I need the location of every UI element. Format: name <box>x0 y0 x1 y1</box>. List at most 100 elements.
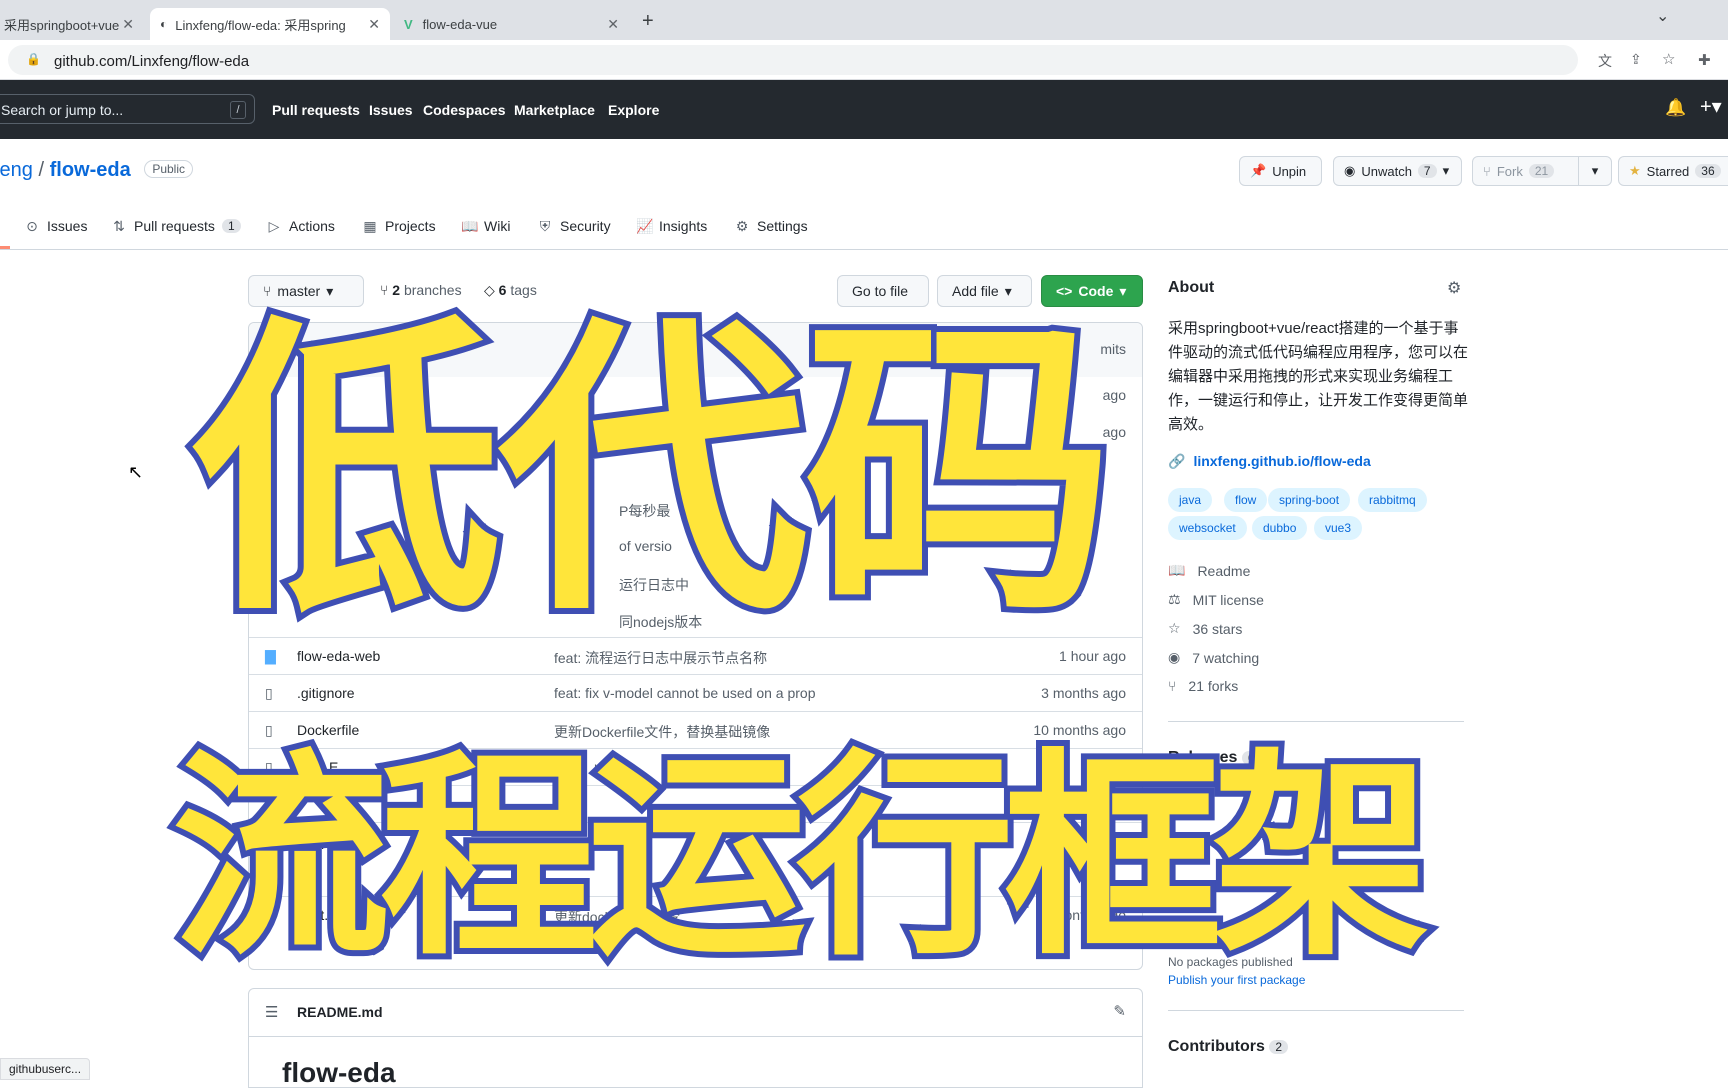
tab-wiki[interactable]: 📖 Wiki <box>461 218 510 234</box>
repo-tabs: ⊙ Issues ⇅ Pull requests 1 ▷ Actions ▦ Projec… <box>0 210 1728 250</box>
tab-security[interactable]: ⛨ Security <box>537 218 611 234</box>
readme-label[interactable]: README.md <box>297 1004 383 1020</box>
starred-button[interactable]: ★ Starred 36 <box>1618 156 1728 186</box>
commit-message[interactable]: feat: fix v-model cannot be used on a pr… <box>554 685 816 701</box>
divider <box>1168 721 1464 722</box>
overlay-title-line1: 低代码 <box>186 292 1120 653</box>
unwatch-label: Unwatch <box>1361 163 1412 179</box>
close-icon[interactable]: ✕ <box>368 16 380 33</box>
topic-tag[interactable]: dubbo <box>1252 516 1308 540</box>
repo-title: feng / flow-eda Public <box>0 159 193 182</box>
translate-icon[interactable]: 文 <box>1598 51 1612 71</box>
extensions-icon[interactable]: ✚ <box>1698 51 1711 69</box>
repo-name-link[interactable]: flow-eda <box>50 159 131 181</box>
list-icon[interactable]: ☰ <box>265 1003 278 1021</box>
pencil-icon[interactable]: ✎ <box>1113 1002 1126 1020</box>
tab-pull-requests[interactable]: ⇅ Pull requests 1 <box>111 218 241 234</box>
active-tab-underline <box>0 246 10 249</box>
tab-projects[interactable]: ▦ Projects <box>362 218 435 234</box>
caret-down-icon: ▾ <box>1119 282 1127 299</box>
url-field[interactable]: 🔒 github.com/Linxfeng/flow-eda 文 ⇪ ☆ <box>8 45 1675 75</box>
vue-icon: V <box>404 16 413 32</box>
readme-link[interactable]: 📖 Readme <box>1168 562 1250 579</box>
table-row[interactable]: ▯ .gitignore feat: fix v-model cannot be… <box>249 674 1142 711</box>
meta-label: 7 watching <box>1192 649 1260 666</box>
nav-marketplace[interactable]: Marketplace <box>514 102 595 118</box>
meta-label: MIT license <box>1192 591 1264 608</box>
tab-actions[interactable]: ▷ Actions <box>266 218 335 234</box>
gear-icon[interactable]: ⚙ <box>1447 278 1461 298</box>
tab-title: flow-eda-vue <box>422 16 498 32</box>
fork-button[interactable]: ⑂ Fork 21 <box>1472 156 1594 186</box>
slash-key-hint: / <box>230 101 246 119</box>
forks-link[interactable]: ⑂ 21 forks <box>1168 678 1238 694</box>
tab-label: Wiki <box>484 218 511 234</box>
tab-label: Actions <box>289 218 335 234</box>
unpin-label: Unpin <box>1272 163 1307 179</box>
pulls-count: 1 <box>221 219 241 233</box>
issue-icon: ⊙ <box>26 218 38 234</box>
about-title: About <box>1168 279 1215 296</box>
browser-tab[interactable]: 采用springboot+vue ✕ <box>0 8 144 40</box>
law-icon: ⚖ <box>1168 591 1181 607</box>
fork-dropdown-button[interactable]: ▾ <box>1578 156 1612 186</box>
tab-issues[interactable]: ⊙ Issues <box>24 218 87 234</box>
overlay-title-line2: 流程运行框架 <box>166 732 1436 985</box>
link-icon: 🔗 <box>1168 453 1186 469</box>
repo-owner-link[interactable]: feng <box>0 159 33 181</box>
topic-tag[interactable]: java <box>1168 488 1213 512</box>
star-icon: ☆ <box>1168 620 1181 636</box>
fork-icon: ⑂ <box>1168 678 1177 694</box>
bell-icon[interactable]: 🔔 <box>1665 98 1686 118</box>
contributors-title: Contributors <box>1168 1038 1265 1055</box>
tab-insights[interactable]: 📈 Insights <box>636 218 707 234</box>
plus-icon[interactable]: +▾ <box>1700 94 1722 119</box>
topic-tag[interactable]: websocket <box>1168 516 1247 540</box>
nav-issues[interactable]: Issues <box>369 102 413 118</box>
unpin-button[interactable]: 📌 Unpin <box>1239 156 1322 186</box>
github-header: Search or jump to... / Pull requests Iss… <box>0 80 1728 139</box>
bookmark-star-icon[interactable]: ☆ <box>1662 50 1675 68</box>
nav-pull-requests[interactable]: Pull requests <box>272 102 360 118</box>
contributors-count: 2 <box>1269 1040 1289 1054</box>
book-icon: 📖 <box>1168 562 1186 578</box>
contributors-heading[interactable]: Contributors 2 <box>1168 1038 1289 1056</box>
nav-codespaces[interactable]: Codespaces <box>423 102 505 118</box>
search-input[interactable]: Search or jump to... / <box>0 94 255 124</box>
shield-icon: ⛨ <box>539 218 551 234</box>
new-tab-icon[interactable]: + <box>642 10 654 33</box>
fork-count: 21 <box>1528 164 1555 178</box>
topic-tag[interactable]: vue3 <box>1314 516 1363 540</box>
caret-down-icon: ▾ <box>1591 163 1599 178</box>
watchers-link[interactable]: ◉ 7 watching <box>1168 649 1259 666</box>
homepage-link[interactable]: 🔗 linxfeng.github.io/flow-eda <box>1168 453 1371 470</box>
stars-link[interactable]: ☆ 36 stars <box>1168 620 1242 637</box>
topic-tag[interactable]: flow <box>1224 488 1268 512</box>
eye-icon: ◉ <box>1344 163 1356 178</box>
star-count: 36 <box>1695 164 1721 178</box>
unwatch-button[interactable]: ◉ Unwatch 7 ▾ <box>1333 156 1462 186</box>
homepage-url: linxfeng.github.io/flow-eda <box>1193 453 1371 469</box>
repo-separator: / <box>38 159 45 181</box>
nav-explore[interactable]: Explore <box>608 102 659 118</box>
close-icon[interactable]: ✕ <box>122 16 134 33</box>
star-filled-icon: ★ <box>1629 163 1641 178</box>
play-icon: ▷ <box>268 218 280 234</box>
meta-label: 21 forks <box>1188 678 1239 694</box>
eye-icon: ◉ <box>1168 649 1181 665</box>
topic-tag[interactable]: rabbitmq <box>1358 488 1427 512</box>
file-name[interactable]: .gitignore <box>297 685 355 701</box>
tab-settings[interactable]: ⚙ Settings <box>734 218 808 234</box>
browser-tab[interactable]: V flow-eda-vue ✕ <box>394 8 629 40</box>
share-icon[interactable]: ⇪ <box>1630 51 1642 68</box>
gear-icon: ⚙ <box>735 218 749 234</box>
github-icon: ◐ <box>160 17 168 31</box>
search-placeholder: Search or jump to... <box>1 102 124 118</box>
readme-box: ☰ README.md ✎ flow-eda <box>248 988 1143 1088</box>
chevron-down-icon[interactable]: ⌄ <box>1656 6 1669 26</box>
license-link[interactable]: ⚖ MIT license <box>1168 591 1264 608</box>
topic-tag[interactable]: spring-boot <box>1268 488 1351 512</box>
tab-label: Pull requests <box>134 218 215 234</box>
close-icon[interactable]: ✕ <box>607 16 619 33</box>
browser-tab-active[interactable]: ◐ Linxfeng/flow-eda: 采用spring ✕ <box>150 8 390 40</box>
